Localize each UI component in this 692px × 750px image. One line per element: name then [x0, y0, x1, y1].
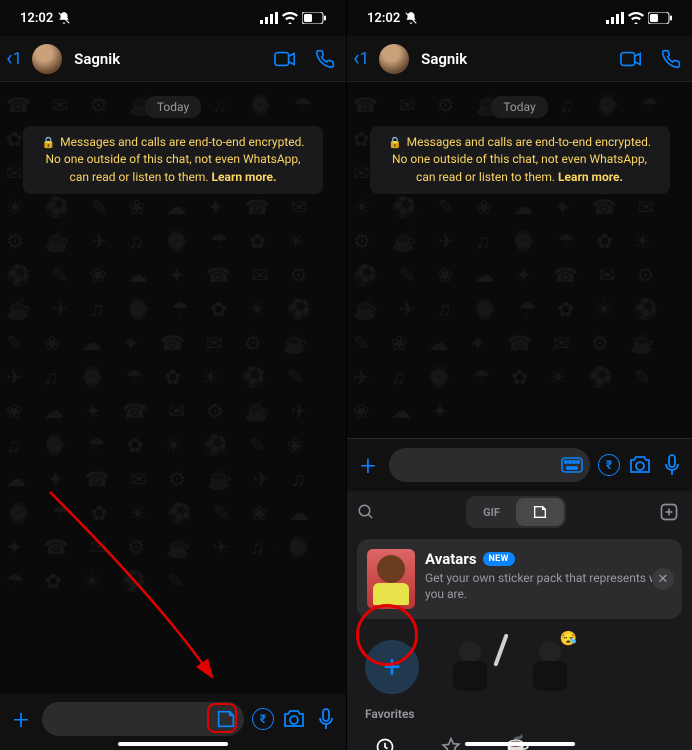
contact-name[interactable]: Sagnik	[74, 50, 268, 68]
new-badge: NEW	[483, 552, 515, 566]
chat-body[interactable]: ☎ ✉ ⚙ ☕ ✈ ♫ ⌚ ☂ ✿ ☀ ⚽ ✎ ❀ ☁ ✦ ☎ ✉ ⚙ ☕ ✈ …	[0, 82, 346, 750]
mic-button[interactable]	[660, 453, 684, 477]
sticker-store-button[interactable]	[656, 499, 682, 525]
create-sticker-button[interactable]: +	[365, 640, 419, 694]
home-indicator[interactable]	[118, 742, 228, 746]
payment-button[interactable]: ₹	[598, 454, 620, 476]
sticker-item[interactable]	[445, 635, 499, 699]
payment-button[interactable]: ₹	[252, 708, 274, 730]
recent-stickers-row: + 😪	[347, 625, 692, 703]
attach-button[interactable]: +	[8, 703, 34, 736]
status-time: 12:02	[20, 11, 53, 26]
chevron-left-icon: ‹	[353, 48, 360, 70]
video-call-button[interactable]	[620, 48, 642, 70]
chat-header: ‹ 1 Sagnik	[0, 36, 346, 82]
tab-gif[interactable]: GIF	[468, 498, 516, 526]
wifi-icon	[282, 12, 298, 24]
status-bar: 12:02	[0, 0, 346, 36]
annotation-arrow	[40, 482, 240, 702]
message-input[interactable]	[389, 448, 590, 482]
wifi-icon	[628, 12, 644, 24]
contact-avatar[interactable]	[379, 44, 409, 74]
bell-off-icon	[404, 11, 418, 25]
favorites-label: Favorites	[347, 703, 692, 725]
contact-avatar[interactable]	[32, 44, 62, 74]
sticker-pack-cuppy[interactable]: ☕	[497, 727, 537, 750]
avatars-title: Avatars	[425, 550, 477, 568]
sticker-category-row: ☕	[347, 725, 692, 750]
avatars-promo-image	[367, 549, 415, 609]
lock-icon: 🔒	[41, 136, 55, 149]
back-button[interactable]: ‹ 1	[353, 48, 369, 70]
attach-button[interactable]: +	[355, 449, 381, 482]
mic-button[interactable]	[314, 707, 338, 731]
status-bar: 12:02	[347, 0, 692, 36]
status-time: 12:02	[367, 11, 400, 26]
voice-call-button[interactable]	[660, 48, 682, 70]
sticker-item[interactable]: 😪	[525, 635, 579, 699]
learn-more-link[interactable]: Learn more.	[558, 170, 623, 184]
back-count: 1	[13, 49, 23, 69]
lock-icon: 🔒	[388, 136, 402, 149]
sticker-search-button[interactable]	[357, 503, 375, 521]
phone-left: 12:02 ‹ 1 Sagnik	[0, 0, 346, 750]
message-input[interactable]	[42, 702, 244, 736]
tab-sticker[interactable]	[516, 498, 564, 526]
bell-off-icon	[57, 11, 71, 25]
favorites-category-icon[interactable]	[431, 727, 471, 750]
dismiss-avatars-card[interactable]: ✕	[652, 568, 674, 590]
contact-name[interactable]: Sagnik	[421, 50, 614, 68]
signal-icon	[260, 12, 278, 24]
avatars-subtitle: Get your own sticker pack that represent…	[425, 570, 672, 602]
recent-category-icon[interactable]	[365, 727, 405, 750]
keyboard-button[interactable]	[560, 453, 584, 477]
phone-right: 12:02 ‹ 1 Sagnik	[346, 0, 692, 750]
encryption-notice[interactable]: 🔒 Messages and calls are end-to-end encr…	[370, 126, 670, 194]
home-indicator[interactable]	[465, 742, 575, 746]
avatars-promo-card[interactable]: Avatars NEW Get your own sticker pack th…	[357, 539, 682, 619]
back-count: 1	[360, 49, 370, 69]
message-input-bar: + ₹	[347, 439, 692, 491]
date-chip: Today	[491, 96, 547, 118]
learn-more-link[interactable]: Learn more.	[212, 170, 277, 184]
sticker-button[interactable]	[214, 707, 238, 731]
back-button[interactable]: ‹ 1	[6, 48, 22, 70]
encryption-notice[interactable]: 🔒 Messages and calls are end-to-end encr…	[23, 126, 323, 194]
camera-button[interactable]	[282, 707, 306, 731]
chevron-left-icon: ‹	[6, 48, 13, 70]
battery-icon	[648, 12, 672, 24]
date-chip: Today	[145, 96, 201, 118]
video-call-button[interactable]	[274, 48, 296, 70]
camera-button[interactable]	[628, 453, 652, 477]
media-type-segmented: GIF	[466, 496, 566, 528]
voice-call-button[interactable]	[314, 48, 336, 70]
drawer-tabs: GIF	[347, 491, 692, 533]
battery-icon	[302, 12, 326, 24]
chat-header: ‹ 1 Sagnik	[347, 36, 692, 82]
signal-icon	[606, 12, 624, 24]
sticker-drawer: + ₹ GIF	[347, 438, 692, 750]
